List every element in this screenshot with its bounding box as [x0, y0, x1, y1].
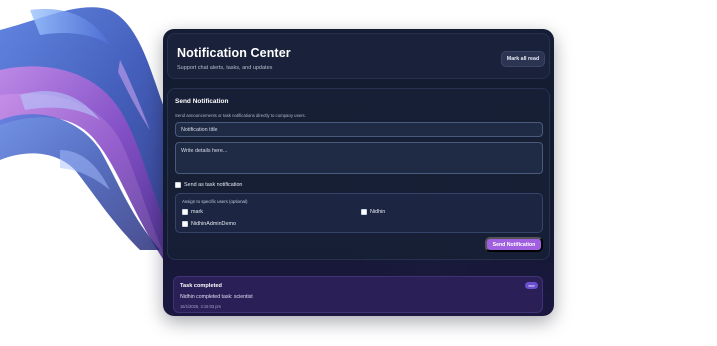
user-checkbox-nidhinadmindemo[interactable] — [182, 221, 188, 227]
page-subtitle: Support chat alerts, tasks, and updates — [177, 65, 273, 71]
panel-header: Notification Center Support chat alerts,… — [167, 33, 550, 79]
notification-new-badge: new — [525, 282, 538, 289]
app-stage: Notification Center Support chat alerts,… — [0, 0, 717, 346]
send-notification-title: Send Notification — [175, 98, 229, 105]
notification-title-placeholder: Notification title — [181, 126, 218, 133]
send-notification-card: Send Notification Send announcements or … — [167, 88, 550, 260]
user-label-nidhin: Nidhin — [370, 209, 386, 215]
send-notification-button[interactable]: Send Notification — [485, 237, 543, 252]
user-checkbox-nidhin[interactable] — [361, 209, 367, 215]
notification-center-panel: Notification Center Support chat alerts,… — [163, 29, 554, 316]
user-checkbox-mark[interactable] — [182, 209, 188, 215]
task-notification-checkbox[interactable] — [175, 182, 181, 188]
assign-users-title: Assign to specific users (optional) — [182, 199, 248, 204]
notification-title: Task completed — [180, 283, 222, 289]
notification-item[interactable]: Task completed Nidhin completed task: sc… — [173, 276, 543, 313]
notification-timestamp: 16/1/2026, 4:15:03 pm — [180, 304, 221, 309]
mark-all-read-button[interactable]: Mark all read — [501, 51, 545, 67]
notification-body: Nidhin completed task: scientist — [180, 294, 253, 300]
task-notification-label: Send as task notification — [184, 182, 243, 188]
notification-details-textarea[interactable]: Write details here... — [175, 142, 543, 174]
user-label-nidhinadmindemo: NidhinAdminDemo — [191, 221, 236, 227]
assign-users-box: Assign to specific users (optional) mark… — [175, 193, 543, 233]
notification-details-placeholder: Write details here... — [181, 148, 228, 154]
user-label-mark: mark — [191, 209, 203, 215]
notification-title-input[interactable]: Notification title — [175, 122, 543, 137]
send-notification-description: Send announcements or task notifications… — [175, 113, 306, 118]
page-title: Notification Center — [177, 46, 291, 60]
